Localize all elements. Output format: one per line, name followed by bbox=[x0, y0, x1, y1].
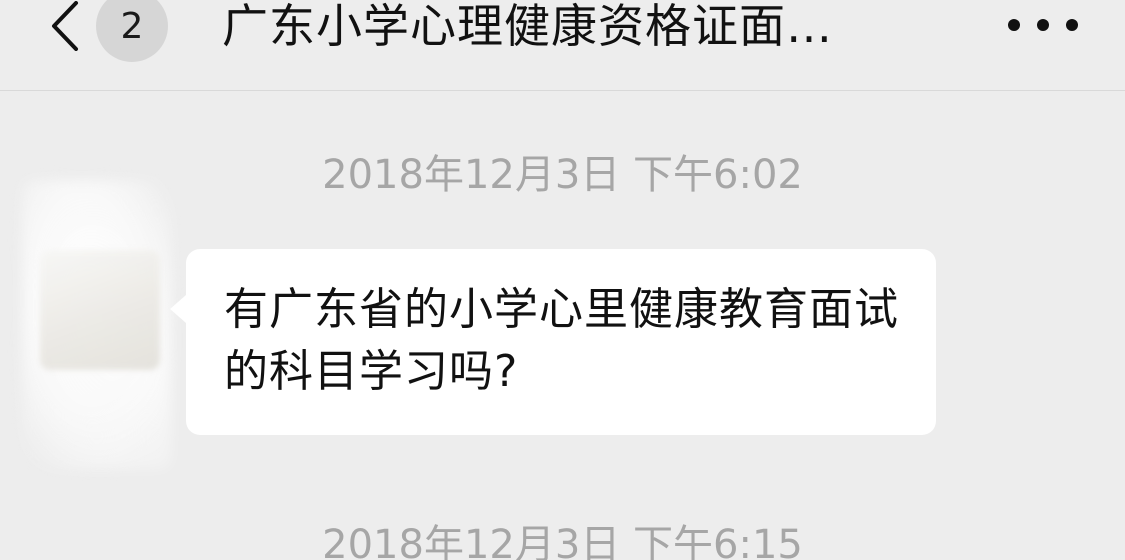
more-options-button[interactable] bbox=[1008, 8, 1078, 42]
chat-header: 2 广东小学心理健康资格证面… bbox=[0, 0, 1125, 91]
more-dots-icon bbox=[1066, 19, 1078, 31]
chat-screen: 2 广东小学心理健康资格证面… 2018年12月3日 下午6:02 有广东省的小… bbox=[0, 0, 1125, 560]
avatar-image bbox=[40, 250, 160, 370]
chevron-left-icon bbox=[52, 1, 78, 51]
message-bubble[interactable]: 有广东省的小学心里健康教育面试的科目学习吗? bbox=[170, 249, 936, 435]
more-dots-icon bbox=[1008, 19, 1020, 31]
back-button[interactable] bbox=[40, 0, 90, 52]
message-timestamp: 2018年12月3日 下午6:15 bbox=[322, 522, 803, 560]
unread-count-badge[interactable]: 2 bbox=[96, 0, 168, 62]
message-text: 有广东省的小学心里健康教育面试的科目学习吗? bbox=[224, 284, 899, 397]
chat-title: 广东小学心理健康资格证面… bbox=[222, 0, 833, 53]
more-dots-icon bbox=[1037, 19, 1049, 31]
